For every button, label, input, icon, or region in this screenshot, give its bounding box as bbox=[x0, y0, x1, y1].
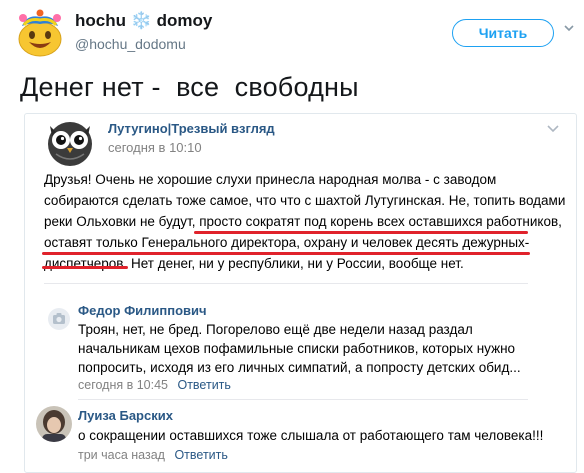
comment-time[interactable]: три часа назад bbox=[78, 448, 165, 462]
comment-meta: три часа назад Ответить bbox=[78, 448, 228, 462]
follow-button[interactable]: Читать bbox=[452, 19, 554, 47]
user-avatar-icon[interactable] bbox=[36, 406, 72, 442]
vk-post-line: Друзья! Очень не хорошие слухи принесла … bbox=[44, 172, 497, 187]
chevron-down-icon[interactable] bbox=[563, 22, 575, 34]
tweet-header: hochu ❄️ domoy @hochu_dodomu Читать bbox=[0, 0, 584, 64]
divider bbox=[44, 283, 528, 284]
emoji-avatar-icon[interactable] bbox=[15, 8, 65, 58]
red-underline bbox=[194, 231, 528, 234]
comment-text-line: попросить, исходя из его личных симпатий… bbox=[78, 360, 521, 375]
avatar-placeholder[interactable] bbox=[48, 308, 70, 330]
comment-time[interactable]: сегодня в 10:45 bbox=[78, 378, 168, 392]
tweet-author-name[interactable]: hochu ❄️ domoy bbox=[75, 11, 212, 31]
red-underline bbox=[42, 266, 128, 269]
owl-avatar-icon[interactable] bbox=[42, 116, 98, 168]
reply-link[interactable]: Ответить bbox=[174, 448, 227, 462]
comment-author[interactable]: Луиза Барских bbox=[78, 408, 173, 423]
tweet-author-handle[interactable]: @hochu_dodomu bbox=[75, 36, 186, 52]
vk-post-line: оставят только Генерального директора, о… bbox=[44, 235, 530, 250]
comment-meta: сегодня в 10:45 Ответить bbox=[78, 378, 231, 392]
vk-post-line: реки Ольховки не будут, просто сократят … bbox=[44, 214, 562, 229]
author-name-part2: domoy bbox=[156, 11, 213, 30]
comment-author[interactable]: Федор Филиппович bbox=[78, 303, 207, 318]
tweet-text: Денег нет - все свободны bbox=[20, 72, 359, 102]
chevron-down-icon[interactable] bbox=[546, 124, 560, 134]
camera-icon bbox=[53, 313, 65, 324]
author-name-part1: hochu bbox=[75, 11, 126, 30]
vk-post-time[interactable]: сегодня в 10:10 bbox=[108, 140, 202, 155]
vk-post-line: собираются сделать тоже самое, что что с… bbox=[44, 193, 566, 208]
reply-link[interactable]: Ответить bbox=[177, 378, 230, 392]
comment-text: о сокращении оставшихся тоже слышала от … bbox=[78, 428, 544, 443]
comment-text-line: Троян, нет, не бред. Погорелово ещё две … bbox=[78, 322, 473, 337]
comment-text-line: начальникам цехов пофамильные списки раб… bbox=[78, 341, 516, 356]
red-underline bbox=[42, 252, 530, 255]
vk-group-name[interactable]: Лутугино|Трезвый взгляд bbox=[108, 121, 275, 136]
divider bbox=[78, 399, 528, 400]
snowflake-icon: ❄️ bbox=[130, 11, 152, 30]
